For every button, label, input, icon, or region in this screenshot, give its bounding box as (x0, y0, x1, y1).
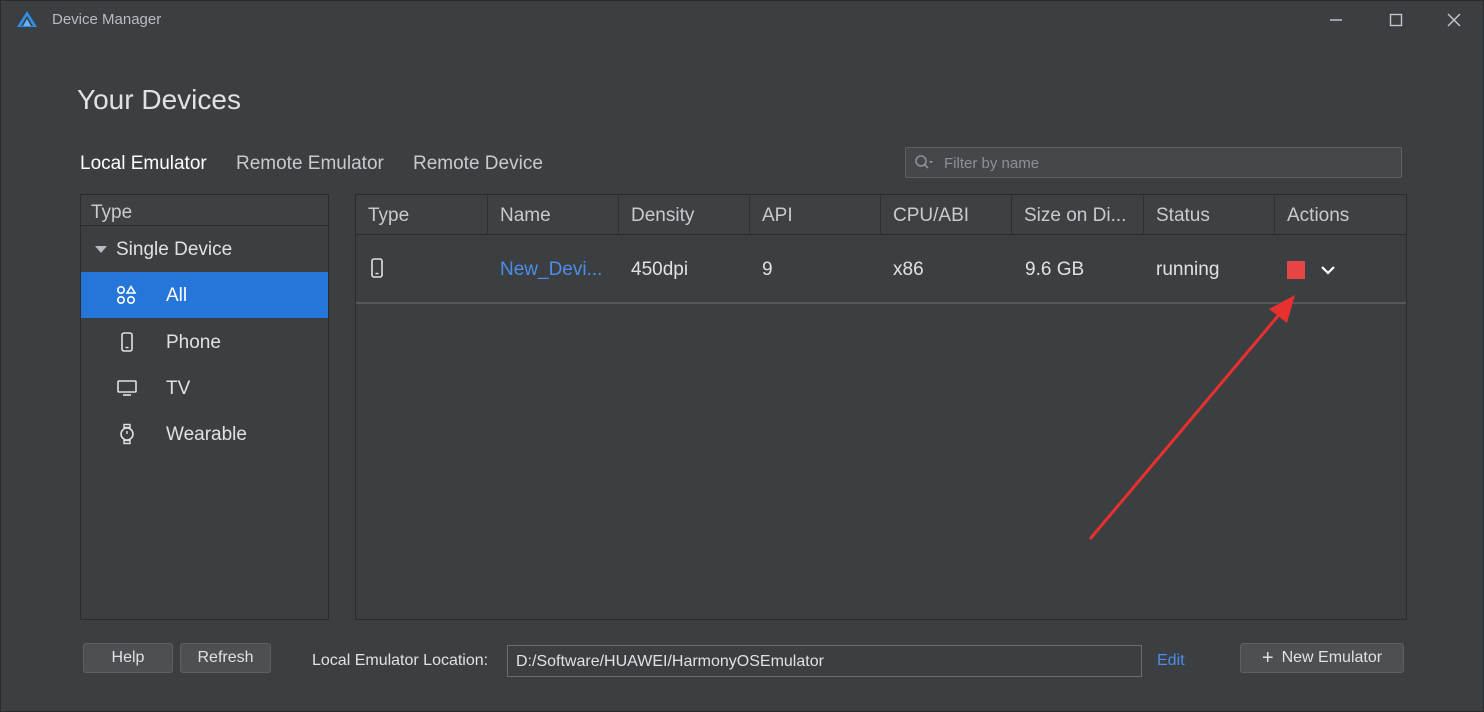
table-header: Type Name Density API CPU/ABI Size on Di… (356, 195, 1406, 235)
tv-icon (115, 377, 139, 399)
minimize-icon (1330, 19, 1342, 21)
maximize-icon (1389, 13, 1403, 27)
group-label: Single Device (116, 239, 233, 260)
close-button[interactable] (1443, 9, 1465, 31)
column-header-status[interactable]: Status (1144, 195, 1275, 235)
device-density: 450dpi (631, 259, 689, 280)
chevron-down-icon[interactable] (1319, 261, 1337, 279)
maximize-button[interactable] (1385, 9, 1407, 31)
device-size: 9.6 GB (1025, 259, 1085, 280)
new-emulator-button[interactable]: + New Emulator (1240, 643, 1404, 673)
plus-icon: + (1261, 647, 1274, 669)
refresh-button[interactable]: Refresh (180, 643, 271, 673)
sidebar-item-label: TV (166, 378, 191, 399)
window-title: Device Manager (52, 11, 162, 28)
sidebar-item-phone[interactable]: Phone (81, 319, 328, 365)
tab-remote-device[interactable]: Remote Device (413, 153, 543, 175)
single-device-group[interactable]: Single Device (81, 227, 328, 271)
column-header-type[interactable]: Type (356, 195, 488, 235)
help-button[interactable]: Help (83, 643, 173, 673)
phone-icon (370, 257, 384, 285)
sidebar-header: Type (81, 195, 328, 226)
device-api: 9 (762, 259, 773, 280)
minimize-button[interactable] (1325, 9, 1347, 31)
sidebar-item-all[interactable]: All (81, 272, 328, 318)
stop-icon[interactable] (1287, 261, 1305, 279)
device-table: Type Name Density API CPU/ABI Size on Di… (355, 194, 1407, 620)
location-label: Local Emulator Location: (312, 652, 489, 669)
close-icon (1447, 13, 1461, 27)
column-header-density[interactable]: Density (619, 195, 750, 235)
all-apps-icon (115, 284, 139, 306)
sidebar-item-wearable[interactable]: Wearable (81, 411, 328, 457)
column-header-actions[interactable]: Actions (1275, 195, 1406, 235)
device-cpu: x86 (893, 259, 924, 280)
column-header-size[interactable]: Size on Di... (1012, 195, 1144, 235)
device-status: running (1156, 259, 1220, 280)
filter-search-box[interactable] (905, 147, 1402, 178)
column-header-cpu[interactable]: CPU/ABI (881, 195, 1012, 235)
tab-remote-emulator[interactable]: Remote Emulator (236, 153, 384, 175)
sidebar-header-label: Type (91, 202, 133, 223)
search-icon[interactable] (914, 154, 934, 172)
device-type-sidebar: Type Single Device All Phone TV Wearable (80, 194, 329, 620)
column-header-api[interactable]: API (750, 195, 881, 235)
app-logo-icon (17, 11, 37, 27)
title-bar: Device Manager (1, 1, 1483, 39)
filter-input[interactable] (944, 152, 1384, 174)
device-name-link[interactable]: New_Devi... (500, 259, 602, 281)
device-manager-window: Device Manager Your Devices Local Emulat… (0, 0, 1484, 712)
watch-icon (115, 423, 139, 445)
sidebar-item-label: All (166, 285, 188, 306)
new-emulator-label: New Emulator (1281, 649, 1383, 666)
column-header-name[interactable]: Name (488, 195, 619, 235)
location-input[interactable] (516, 651, 1131, 673)
table-row[interactable]: New_Devi... 450dpi 9 x86 9.6 GB running (356, 236, 1406, 304)
tab-local-emulator[interactable]: Local Emulator (80, 153, 207, 175)
edit-link[interactable]: Edit (1157, 652, 1185, 670)
sidebar-item-label: Phone (166, 332, 221, 353)
sidebar-item-tv[interactable]: TV (81, 365, 328, 411)
sidebar-item-label: Wearable (166, 424, 247, 445)
location-field[interactable] (507, 645, 1142, 677)
collapse-triangle-icon[interactable] (95, 246, 107, 253)
phone-icon (115, 331, 139, 353)
page-title: Your Devices (77, 84, 241, 115)
